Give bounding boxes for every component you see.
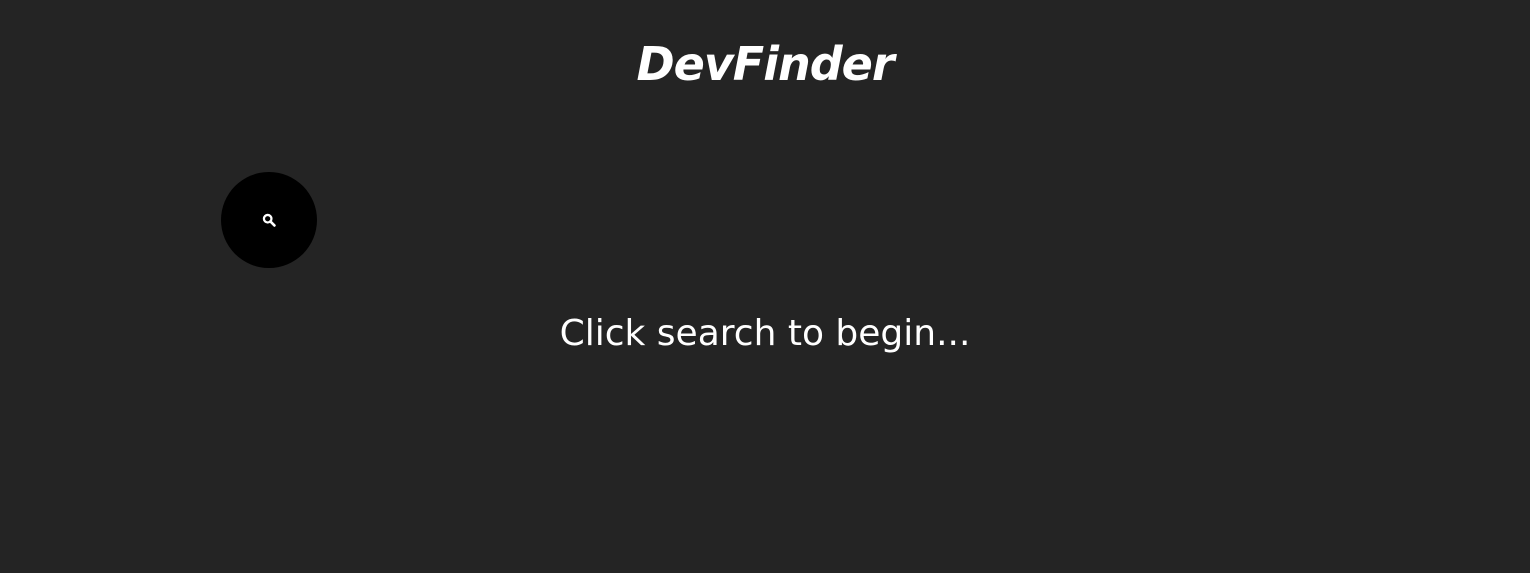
app-title: DevFinder	[636, 37, 894, 91]
search-icon	[262, 213, 276, 227]
empty-state-prompt: Click search to begin...	[559, 313, 971, 354]
search-button[interactable]	[221, 172, 317, 268]
app-root: DevFinder Click search to begin...	[0, 0, 1530, 573]
